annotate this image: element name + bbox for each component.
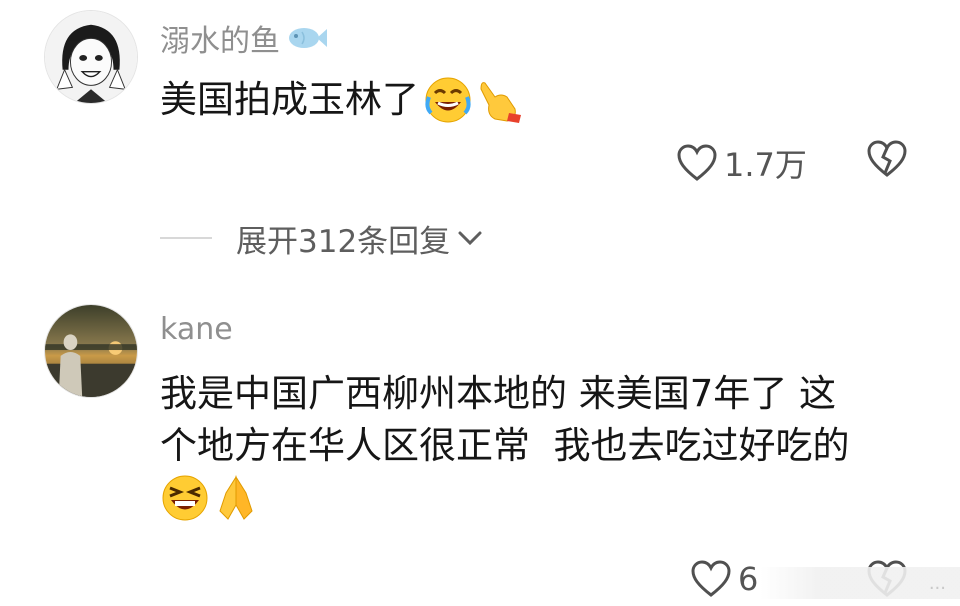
- like-button-comment-1[interactable]: 1.7万: [676, 140, 807, 186]
- expand-replies-button[interactable]: 展开312条回复: [160, 216, 484, 260]
- divider-line: [160, 237, 212, 239]
- like-count: 1.7万: [724, 146, 807, 184]
- heart-outline-icon: [676, 144, 718, 182]
- comment-text-2[interactable]: 我是中国广西柳州本地的 来美国7年了 这 个地方在华人区很正常 我也去吃过好吃的: [160, 368, 930, 524]
- comment-line: 我是中国广西柳州本地的 来美国7年了 这: [160, 372, 837, 415]
- rofl-emoji-icon: [423, 75, 473, 125]
- avatar-comment-1[interactable]: [44, 10, 138, 104]
- like-count: 6: [738, 560, 759, 598]
- laughing-emoji-icon: [160, 473, 210, 523]
- comment-line: 个地方在华人区很正常 我也去吃过好吃的: [160, 424, 850, 467]
- comment-text-1[interactable]: 美国拍成玉林了: [160, 74, 525, 126]
- heart-outline-icon: [690, 560, 732, 598]
- avatar-comment-2[interactable]: [44, 304, 138, 398]
- like-button-comment-2[interactable]: 6: [690, 560, 758, 598]
- praying-hands-emoji-icon: [214, 473, 258, 523]
- watermark-text: ...: [928, 572, 946, 594]
- username-comment-2[interactable]: kane: [160, 312, 233, 347]
- username-comment-1[interactable]: 溺水的鱼: [160, 16, 328, 60]
- comment-thread: 溺水的鱼 美国拍成玉林了 1.7万 展开312条回复 kane 我是中国广西柳州…: [0, 0, 960, 606]
- pointing-hand-emoji-icon: [475, 75, 525, 125]
- chevron-down-icon: [456, 228, 484, 248]
- username-text: kane: [160, 312, 233, 347]
- watermark-overlay: ...: [760, 567, 960, 599]
- expand-replies-label: 展开312条回复: [236, 223, 451, 260]
- broken-heart-icon: [866, 140, 908, 178]
- dislike-button-comment-1[interactable]: [866, 140, 908, 178]
- comment-body: 美国拍成玉林了: [160, 78, 419, 121]
- username-text: 溺水的鱼: [160, 24, 280, 59]
- fish-icon: [284, 24, 328, 52]
